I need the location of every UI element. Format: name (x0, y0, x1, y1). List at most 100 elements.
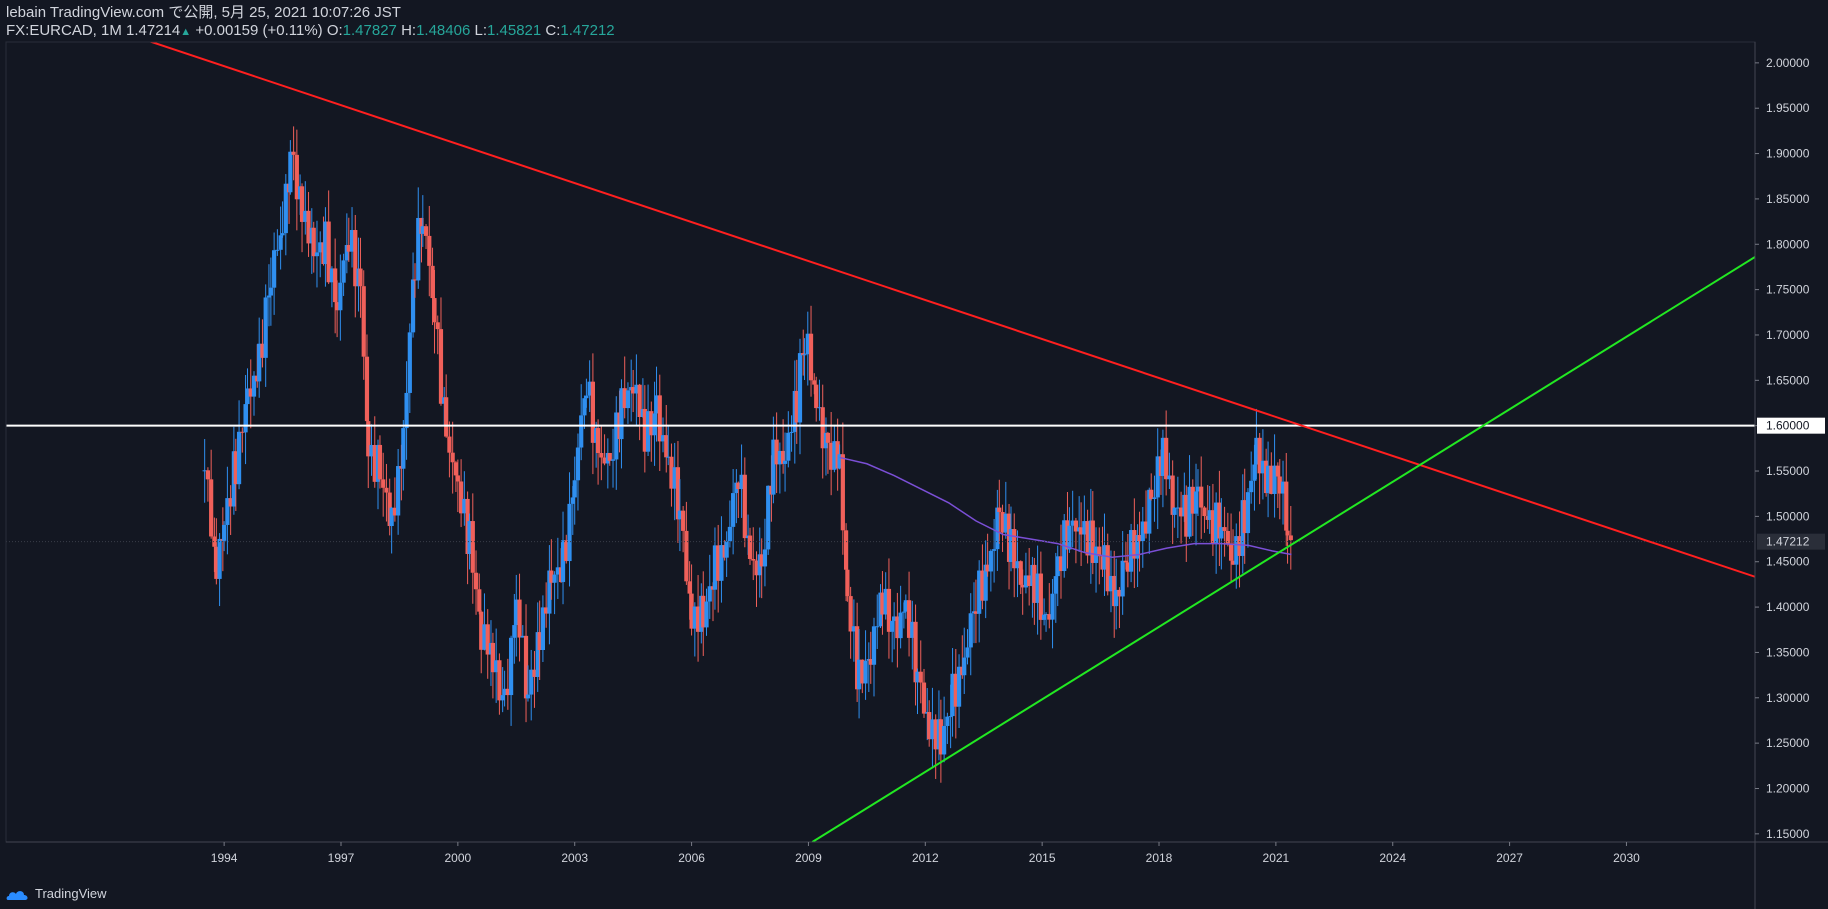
candles-layer (202, 126, 1293, 783)
candle-body (444, 397, 449, 437)
candle-body (625, 390, 631, 409)
x-tick-label: 1994 (211, 851, 238, 865)
candle-body (404, 392, 409, 429)
candle-body (423, 226, 429, 236)
candle-body (1249, 480, 1254, 493)
candle-body (341, 260, 346, 283)
candle-body (1199, 486, 1204, 508)
candle-body (968, 613, 973, 648)
x-tick-label: 2000 (445, 851, 472, 865)
candle-body (361, 286, 366, 357)
candle-body (863, 660, 868, 684)
candle-body (840, 454, 845, 531)
candle-body (1222, 527, 1227, 531)
x-tick-label: 2006 (678, 851, 705, 865)
price-chart[interactable]: 2.00000 1.95000 1.90000 1.85000 1.80000 1.750… (0, 0, 1828, 909)
candle-body (275, 249, 280, 251)
candle-body (396, 466, 401, 516)
support-trendline[interactable] (811, 256, 1755, 842)
y-tick-label: 1.75000 (1766, 283, 1810, 297)
y-tick-label: 1.70000 (1766, 328, 1810, 342)
x-tick-label: 2015 (1029, 851, 1056, 865)
candle-body (962, 657, 967, 676)
y-tick-label: 1.15000 (1766, 827, 1810, 841)
tradingview-brand[interactable]: TradingView (6, 886, 107, 901)
candle-body (455, 475, 460, 482)
candle-body (358, 268, 363, 287)
candle-body (786, 432, 791, 461)
y-tick-label: 1.90000 (1766, 147, 1810, 161)
candle-body (727, 526, 732, 542)
candle-body (825, 432, 831, 443)
candle-body (997, 507, 1002, 513)
y-tick-label: 1.50000 (1766, 509, 1810, 523)
candle-body (579, 415, 584, 448)
y-tick-label: 1.55000 (1766, 464, 1810, 478)
candle-body (288, 151, 293, 193)
y-tick-label: 1.85000 (1766, 192, 1810, 206)
candle-body (875, 626, 880, 628)
candle-body (268, 287, 273, 296)
y-tick-label: 1.80000 (1766, 237, 1810, 251)
candle-body (942, 725, 947, 755)
candle-body (377, 444, 383, 480)
candle-body (751, 558, 756, 561)
candle-body (704, 601, 709, 628)
candle-body (477, 589, 482, 612)
candle-body (731, 493, 736, 527)
candle-body (314, 252, 320, 257)
candle-body (209, 479, 214, 537)
candle-body (684, 530, 689, 582)
candle-body (1050, 593, 1055, 620)
current-price-label: 1.47212 (1766, 535, 1810, 549)
candle-body (1067, 525, 1072, 550)
candle-body (965, 647, 970, 658)
candle-body (681, 510, 686, 531)
candle-body (447, 436, 452, 453)
candle-body (898, 612, 903, 639)
candle-body (1172, 507, 1177, 515)
y-tick-label: 1.95000 (1766, 101, 1810, 115)
x-tick-label: 2018 (1146, 851, 1173, 865)
candle-body (1152, 497, 1157, 499)
x-tick-label: 2027 (1496, 851, 1523, 865)
plot-frame (5, 41, 1756, 843)
candle-body (918, 671, 923, 683)
candle-body (657, 395, 662, 442)
candle-body (1202, 507, 1207, 517)
candle-body (540, 607, 546, 651)
y-tick-label: 1.45000 (1766, 555, 1810, 569)
candle-body (1285, 530, 1290, 536)
candle-body (338, 282, 343, 311)
candle-body (1164, 437, 1169, 480)
candle-body (435, 322, 440, 330)
candle-body (432, 298, 437, 323)
candle-body (610, 459, 616, 461)
candle-body (1245, 492, 1251, 534)
candle-body (845, 569, 850, 597)
y-tick-label: 1.35000 (1766, 645, 1810, 659)
candle-body (742, 474, 747, 539)
candle-body (280, 233, 285, 236)
y-tick-label: 2.00000 (1766, 56, 1810, 70)
candle-body (272, 250, 277, 288)
candle-body (1038, 573, 1043, 620)
y-tick-label: 1.65000 (1766, 373, 1810, 387)
candle-body (236, 431, 242, 485)
candle-body (782, 460, 788, 464)
x-tick-label: 2012 (912, 851, 939, 865)
y-tick-label: 1.20000 (1766, 781, 1810, 795)
candle-body (311, 227, 316, 257)
y-tick-label: 1.25000 (1766, 736, 1810, 750)
candle-body (584, 395, 589, 399)
candle-body (381, 479, 386, 488)
candle-body (724, 541, 729, 558)
candle-body (401, 428, 406, 469)
candle-body (921, 682, 927, 714)
candle-body (808, 333, 814, 381)
x-tick-label: 2021 (1263, 851, 1290, 865)
candle-body (567, 503, 572, 562)
candle-body (802, 354, 807, 356)
candle-body (217, 538, 222, 579)
y-tick-label: 1.30000 (1766, 691, 1810, 705)
